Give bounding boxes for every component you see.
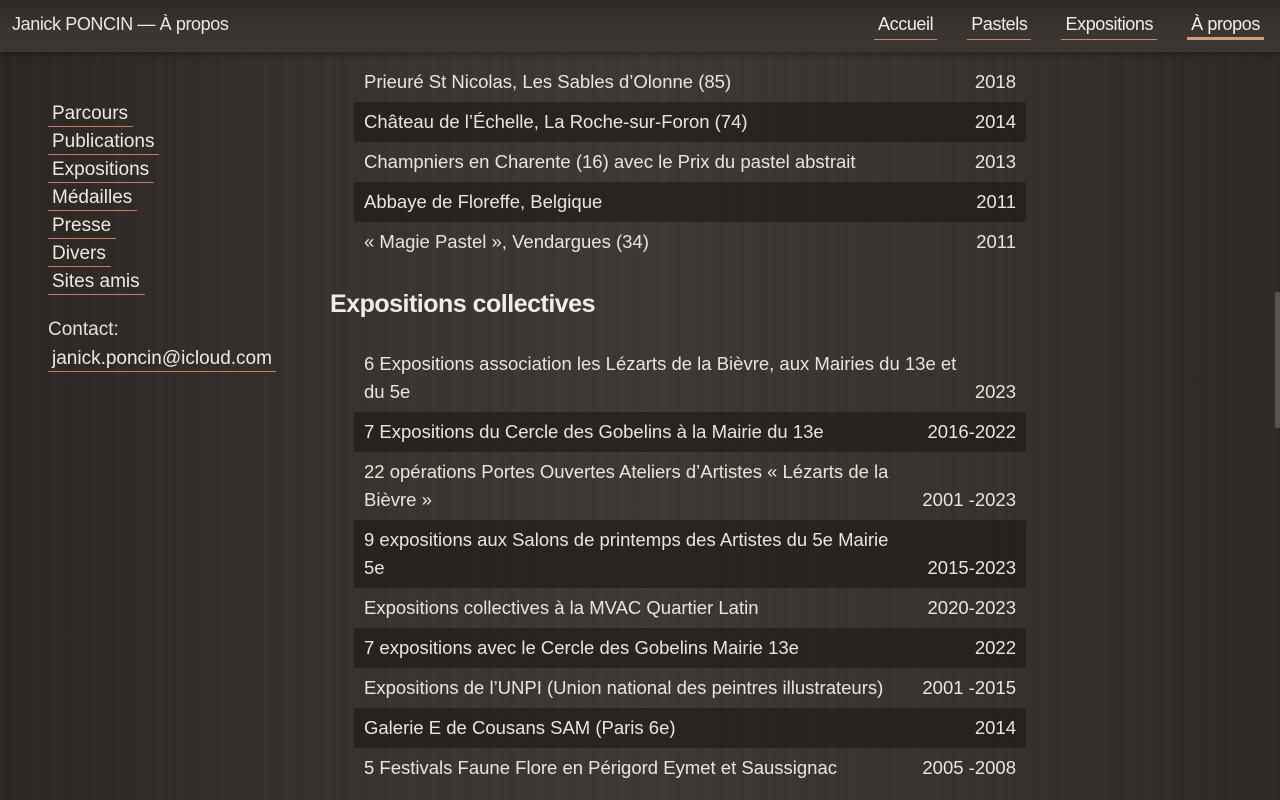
row-text: 9 expositions aux Salons de printemps de…	[364, 529, 889, 578]
row-year: 2014	[974, 111, 1016, 132]
row-text: Champniers en Charente (16) avec le Prix…	[364, 151, 856, 172]
sidebar-item-divers[interactable]: Divers	[48, 240, 111, 267]
row-text: Galerie E de Cousans SAM (Paris 6e)	[364, 717, 676, 738]
nav-a-propos[interactable]: À propos	[1187, 14, 1264, 40]
sidebar-item-publications[interactable]: Publications	[48, 128, 160, 155]
main-content: Prieuré St Nicolas, Les Sables d’Olonne …	[330, 62, 1026, 788]
row-text: Prieuré St Nicolas, Les Sables d’Olonne …	[364, 71, 732, 92]
table-row: Château de l’Échelle, La Roche-sur-Foron…	[354, 102, 1026, 142]
row-text: 22 opérations Portes Ouvertes Ateliers d…	[364, 461, 889, 510]
row-year: 2001 -2023	[922, 489, 1016, 510]
nav-accueil[interactable]: Accueil	[874, 14, 938, 40]
table-row: Expositions collectives à la MVAC Quarti…	[354, 588, 1026, 628]
row-year: 2022	[974, 637, 1016, 658]
table-row: Champniers en Charente (16) avec le Prix…	[354, 142, 1026, 182]
section-title-collective: Expositions collectives	[330, 290, 596, 318]
row-year: 2011	[976, 231, 1016, 252]
row-text: 7 Expositions du Cercle des Gobelins à l…	[364, 421, 824, 442]
nav-pastels[interactable]: Pastels	[967, 14, 1032, 40]
table-row: 7 Expositions du Cercle des Gobelins à l…	[354, 412, 1026, 452]
table-row: Prieuré St Nicolas, Les Sables d’Olonne …	[354, 62, 1026, 102]
top-bar: Janick PONCIN — À propos Accueil Pastels…	[0, 0, 1280, 52]
table-row: 7 expositions avec le Cercle des Gobelin…	[354, 628, 1026, 668]
table-row: Galerie E de Cousans SAM (Paris 6e) 2014	[354, 708, 1026, 748]
row-text: 5 Festivals Faune Flore en Périgord Eyme…	[364, 757, 838, 778]
individual-exhibitions-list: Prieuré St Nicolas, Les Sables d’Olonne …	[354, 62, 1026, 262]
sidebar-item-parcours[interactable]: Parcours	[48, 100, 134, 127]
contact-label: Contact:	[48, 319, 119, 340]
sidebar: Parcours Publications Expositions Médail…	[48, 100, 298, 372]
row-text: Abbaye de Floreffe, Belgique	[364, 191, 603, 212]
row-year: 2018	[974, 71, 1016, 92]
row-year: 2015-2023	[927, 557, 1016, 578]
table-row: 22 opérations Portes Ouvertes Ateliers d…	[354, 452, 1026, 520]
row-text: Expositions de l’UNPI (Union national de…	[364, 677, 884, 698]
row-text: Château de l’Échelle, La Roche-sur-Foron…	[364, 111, 748, 132]
row-text: 7 expositions avec le Cercle des Gobelin…	[364, 637, 799, 658]
row-year: 2023	[974, 381, 1016, 402]
row-year: 2011	[976, 191, 1016, 212]
row-text: 6 Expositions association les Lézarts de…	[364, 353, 957, 402]
sidebar-item-medailles[interactable]: Médailles	[48, 184, 138, 211]
scrollbar-thumb[interactable]	[1275, 292, 1280, 428]
row-year: 2005 -2008	[922, 757, 1016, 778]
row-text: « Magie Pastel », Vendargues (34)	[364, 231, 649, 252]
table-row: Abbaye de Floreffe, Belgique 2011	[354, 182, 1026, 222]
site-title[interactable]: Janick PONCIN — À propos	[12, 14, 229, 35]
row-year: 2020-2023	[927, 597, 1016, 618]
table-row: 6 Expositions association les Lézarts de…	[354, 344, 1026, 412]
row-text: Expositions collectives à la MVAC Quarti…	[364, 597, 759, 618]
row-year: 2016-2022	[927, 421, 1016, 442]
table-row: Expositions de l’UNPI (Union national de…	[354, 668, 1026, 708]
table-row: 5 Festivals Faune Flore en Périgord Eyme…	[354, 748, 1026, 788]
sidebar-item-sites-amis[interactable]: Sites amis	[48, 268, 145, 295]
table-row: 9 expositions aux Salons de printemps de…	[354, 520, 1026, 588]
row-year: 2013	[974, 151, 1016, 172]
main-nav: Accueil Pastels Expositions À propos	[874, 14, 1264, 40]
sidebar-item-expositions[interactable]: Expositions	[48, 156, 155, 183]
row-year: 2001 -2015	[922, 677, 1016, 698]
collective-exhibitions-list: 6 Expositions association les Lézarts de…	[354, 344, 1026, 788]
nav-expositions[interactable]: Expositions	[1061, 14, 1158, 40]
row-year: 2014	[974, 717, 1016, 738]
sidebar-item-presse[interactable]: Presse	[48, 212, 117, 239]
contact-email-link[interactable]: janick.poncin@icloud.com	[48, 346, 276, 372]
table-row: « Magie Pastel », Vendargues (34) 2011	[354, 222, 1026, 262]
